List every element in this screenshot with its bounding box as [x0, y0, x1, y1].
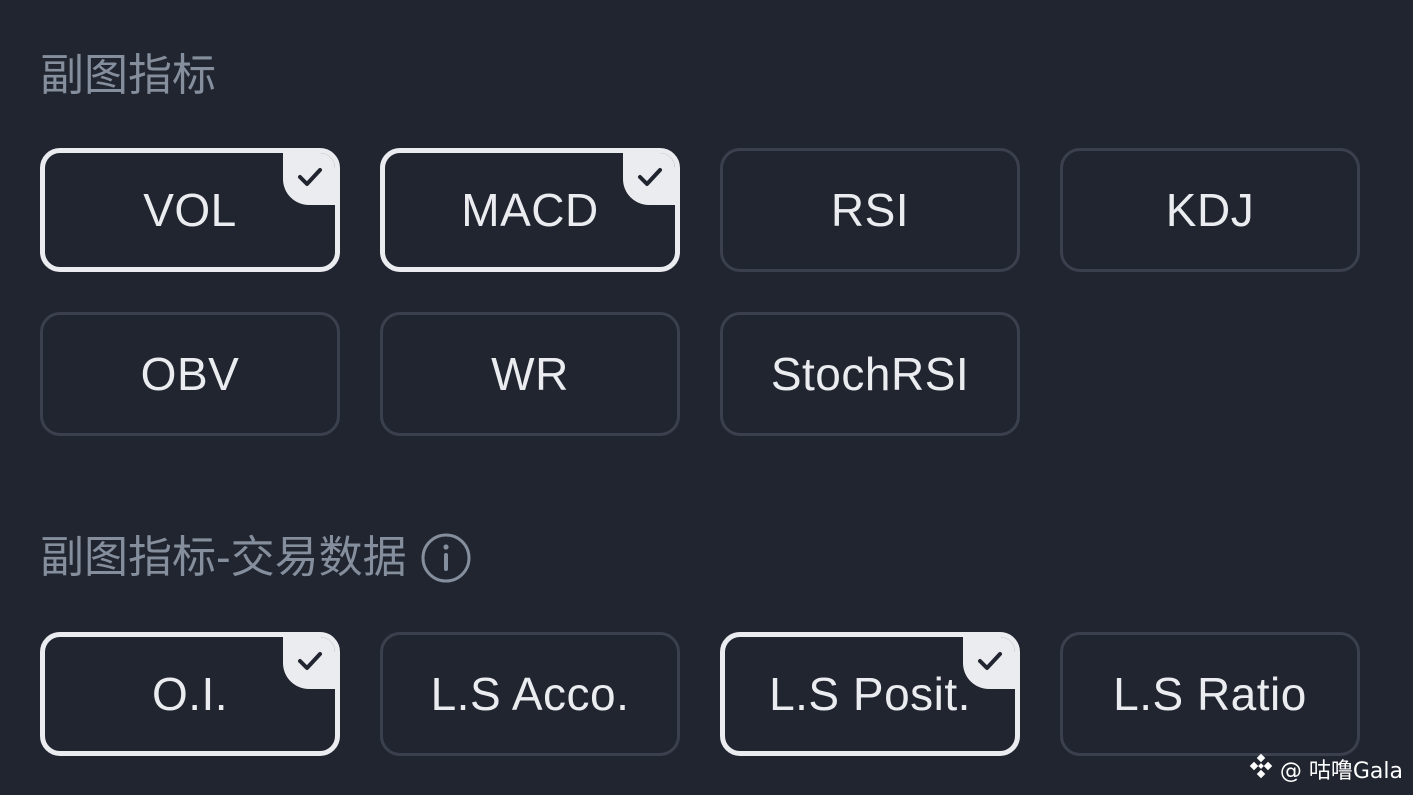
chip-label: VOL: [143, 184, 237, 236]
indicator-rsi[interactable]: RSI: [720, 148, 1020, 272]
chip-label: L.S Acco.: [430, 668, 630, 720]
check-icon: [623, 153, 675, 205]
chip-label: RSI: [830, 184, 910, 236]
chip-label: StochRSI: [770, 348, 970, 400]
watermark-text: @ 咕噜Gala: [1279, 759, 1403, 784]
section-title-trading-data: 副图指标-交易数据: [40, 532, 471, 584]
indicator-stochrsi[interactable]: StochRSI: [720, 312, 1020, 436]
chip-label: WR: [491, 348, 569, 400]
info-icon[interactable]: [421, 533, 471, 583]
binance-logo-icon: [1248, 753, 1280, 785]
section-title-text: 副图指标-交易数据: [40, 533, 407, 582]
check-icon: [963, 637, 1015, 689]
indicator-ls-account[interactable]: L.S Acco.: [380, 632, 680, 756]
indicator-vol[interactable]: VOL: [40, 148, 340, 272]
indicator-macd[interactable]: MACD: [380, 148, 680, 272]
chip-label: MACD: [461, 184, 599, 236]
section-title-sub-indicators: 副图指标: [40, 50, 216, 102]
section-title-text: 副图指标: [40, 51, 216, 100]
indicator-ls-ratio[interactable]: L.S Ratio: [1060, 632, 1360, 756]
indicator-kdj[interactable]: KDJ: [1060, 148, 1360, 272]
chip-label: O.I.: [151, 668, 229, 720]
check-icon: [283, 153, 335, 205]
indicator-ls-position[interactable]: L.S Posit.: [720, 632, 1020, 756]
chip-label: L.S Ratio: [1113, 668, 1307, 720]
watermark: @ 咕噜Gala: [1248, 753, 1403, 785]
chip-label: KDJ: [1165, 184, 1255, 236]
indicator-wr[interactable]: WR: [380, 312, 680, 436]
indicator-obv[interactable]: OBV: [40, 312, 340, 436]
chip-label: L.S Posit.: [769, 668, 971, 720]
check-icon: [283, 637, 335, 689]
chip-label: OBV: [140, 348, 240, 400]
indicator-oi[interactable]: O.I.: [40, 632, 340, 756]
